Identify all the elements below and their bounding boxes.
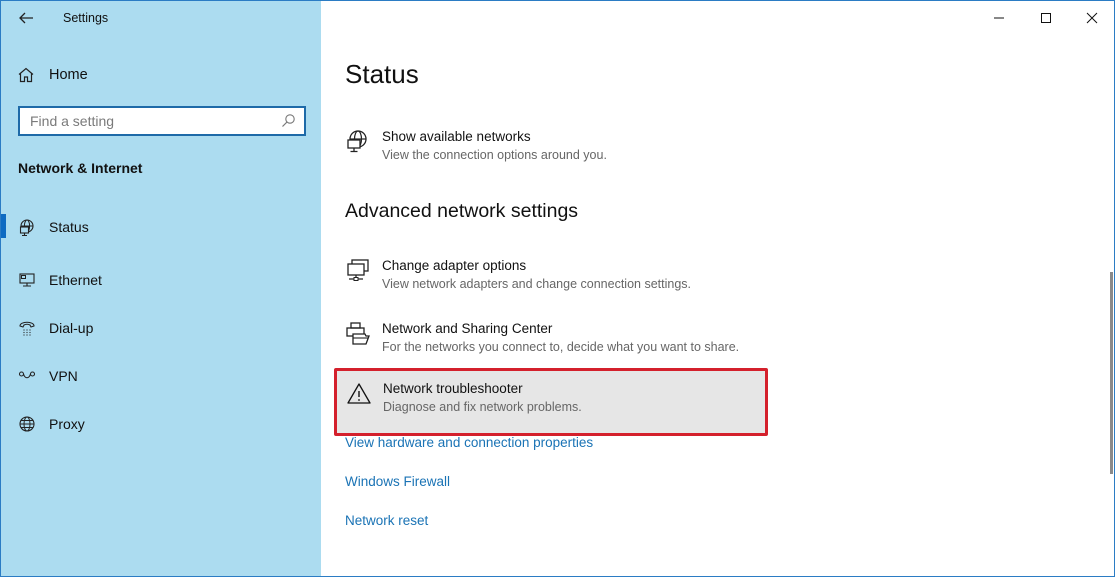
sidebar-item-label: VPN — [49, 368, 78, 384]
search-input[interactable] — [30, 113, 280, 129]
dial-up-phone-icon — [18, 319, 36, 337]
show-available-networks[interactable]: Show available networks View the connect… — [335, 119, 765, 179]
ethernet-icon — [18, 271, 36, 289]
globe-icon — [18, 415, 36, 433]
sidebar-item-label: Ethernet — [49, 272, 102, 288]
app-title: Settings — [63, 11, 109, 25]
sidebar-item-proxy[interactable]: Proxy — [1, 400, 321, 448]
network-sharing-center[interactable]: Network and Sharing Center For the netwo… — [335, 311, 765, 371]
advanced-settings-title: Advanced network settings — [345, 200, 579, 222]
sidebar-item-dial-up[interactable]: Dial-up — [1, 304, 321, 352]
warning-icon — [347, 383, 371, 404]
row-subtitle: View network adapters and change connect… — [382, 277, 691, 291]
link-view-hardware-properties[interactable]: View hardware and connection properties — [345, 435, 593, 450]
link-network-reset[interactable]: Network reset — [345, 513, 428, 528]
section-title: Network & Internet — [18, 160, 143, 176]
sidebar-item-label: Proxy — [49, 416, 85, 432]
sidebar-home[interactable]: Home — [17, 64, 88, 86]
row-title: Change adapter options — [382, 258, 527, 273]
globe-monitor-icon — [347, 130, 367, 153]
sidebar-item-ethernet[interactable]: Ethernet — [1, 256, 321, 304]
main-content: Status Show available networks View the … — [321, 1, 1114, 576]
printer-folder-icon — [346, 322, 370, 345]
search-box[interactable] — [18, 106, 306, 136]
sidebar-item-status[interactable]: Status — [1, 208, 321, 256]
page-title: Status — [345, 59, 419, 89]
sidebar-item-label: Dial-up — [49, 320, 94, 336]
back-arrow-icon — [19, 12, 33, 24]
sidebar: Settings Home Network & Internet — [1, 1, 321, 576]
row-title: Network and Sharing Center — [382, 321, 553, 336]
sidebar-item-vpn[interactable]: VPN — [1, 352, 321, 400]
sidebar-nav: Status Ethernet Dial-up VPN Proxy — [1, 208, 321, 448]
sidebar-item-label: Status — [49, 219, 89, 235]
vpn-icon — [18, 367, 36, 385]
link-windows-firewall[interactable]: Windows Firewall — [345, 474, 450, 489]
row-subtitle: View the connection options around you. — [382, 148, 607, 162]
settings-window: Settings Home Network & Internet — [0, 0, 1115, 577]
home-icon — [18, 67, 34, 83]
row-title: Network troubleshooter — [383, 381, 523, 396]
row-title: Show available networks — [382, 129, 531, 144]
network-troubleshooter[interactable]: Network troubleshooter Diagnose and fix … — [336, 371, 766, 433]
home-label: Home — [49, 67, 88, 83]
row-subtitle: For the networks you connect to, decide … — [382, 340, 740, 354]
vertical-scrollbar[interactable] — [1110, 272, 1113, 474]
globe-monitor-icon — [18, 219, 36, 237]
search-icon[interactable] — [280, 113, 296, 129]
row-subtitle: Diagnose and fix network problems. — [383, 400, 582, 414]
network-adapter-icon — [347, 259, 369, 281]
change-adapter-options[interactable]: Change adapter options View network adap… — [335, 248, 765, 308]
back-button[interactable] — [15, 7, 37, 29]
